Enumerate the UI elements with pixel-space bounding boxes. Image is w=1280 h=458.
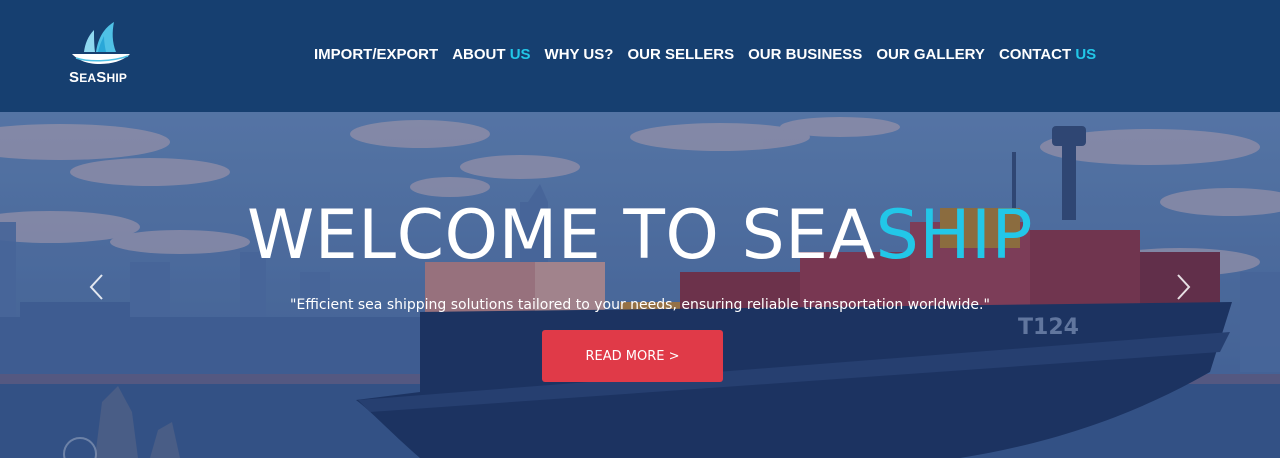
nav-our-business[interactable]: OUR BUSINESS [748,46,862,64]
nav-why-us[interactable]: WHY US? [545,46,614,64]
main-nav: IMPORT/EXPORT ABOUT US WHY US? OUR SELLE… [314,46,1110,64]
hero-title: WELCOME TO SEASHIP [246,196,1034,275]
carousel-prev-button[interactable] [86,272,108,302]
chevron-right-icon [1177,274,1191,300]
hero-carousel: T124 WELCOME TO SEASHIP "Efficient sea s… [0,112,1280,458]
hero-overlay [0,112,1280,458]
nav-our-sellers[interactable]: OUR SELLERS [627,46,734,64]
nav-import-export[interactable]: IMPORT/EXPORT [314,46,438,64]
nav-our-gallery[interactable]: OUR GALLERY [876,46,985,64]
nav-about-us[interactable]: ABOUT US [452,46,530,64]
sail-ship-icon [72,22,130,64]
site-header: SEASHIP IMPORT/EXPORT ABOUT US WHY US? O… [0,0,1280,112]
carousel-next-button[interactable] [1172,272,1194,302]
logo-wordmark: SEASHIP [69,69,128,86]
nav-contact-us[interactable]: CONTACT US [999,46,1096,64]
chevron-left-icon [89,274,103,300]
seaship-logo[interactable]: SEASHIP [68,20,138,86]
hero-subtitle: "Efficient sea shipping solutions tailor… [290,297,990,313]
read-more-button[interactable]: READ MORE > [542,330,723,382]
